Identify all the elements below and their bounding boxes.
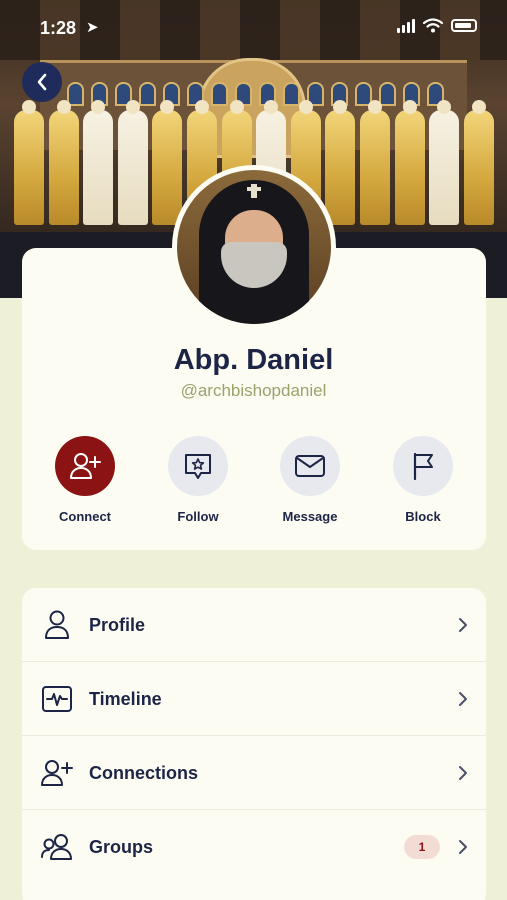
block-button[interactable]: Block xyxy=(373,436,473,524)
add-user-icon xyxy=(41,760,73,786)
back-button[interactable] xyxy=(22,62,62,102)
menu-item-label: Groups xyxy=(89,836,154,857)
status-bar: 1:28 ➤ xyxy=(0,0,507,54)
menu-item-connections[interactable]: Connections xyxy=(22,736,486,810)
chevron-right-icon xyxy=(459,692,467,706)
chevron-right-icon xyxy=(459,766,467,780)
connect-button[interactable]: Connect xyxy=(35,436,135,524)
groups-count-badge: 1 xyxy=(404,835,440,859)
star-chat-icon xyxy=(185,454,211,479)
status-time: 1:28 xyxy=(40,18,77,38)
chevron-right-icon xyxy=(459,618,467,632)
user-icon xyxy=(45,610,69,639)
envelope-icon xyxy=(295,455,325,477)
connect-label: Connect xyxy=(59,509,111,524)
menu-item-label: Timeline xyxy=(89,688,162,709)
follow-label: Follow xyxy=(177,509,219,524)
menu-item-groups[interactable]: Groups 1 xyxy=(22,810,486,884)
profile-handle: @archbishopdaniel xyxy=(180,381,327,400)
chevron-right-icon xyxy=(459,840,467,854)
cellular-signal-icon xyxy=(397,18,415,33)
profile-menu: Profile Timeline Connections Groups 1 xyxy=(22,588,486,900)
profile-name: Abp. Daniel xyxy=(173,344,334,376)
menu-item-timeline[interactable]: Timeline xyxy=(22,662,486,736)
location-arrow-icon: ➤ xyxy=(86,19,99,36)
menu-item-profile[interactable]: Profile xyxy=(22,588,486,662)
menu-item-label: Profile xyxy=(89,614,146,635)
follow-button[interactable]: Follow xyxy=(148,436,248,524)
flag-icon xyxy=(413,452,433,481)
add-user-icon xyxy=(70,453,101,479)
chevron-left-icon xyxy=(37,73,47,91)
action-bar: Connect Follow Message Block xyxy=(22,436,486,526)
message-button[interactable]: Message xyxy=(260,436,360,524)
activity-icon xyxy=(42,686,72,712)
battery-icon xyxy=(451,19,477,32)
message-label: Message xyxy=(282,509,338,524)
menu-item-label: Connections xyxy=(89,762,199,783)
wifi-icon xyxy=(423,18,443,33)
avatar[interactable] xyxy=(172,165,336,329)
users-icon xyxy=(41,834,72,860)
block-label: Block xyxy=(405,509,441,524)
